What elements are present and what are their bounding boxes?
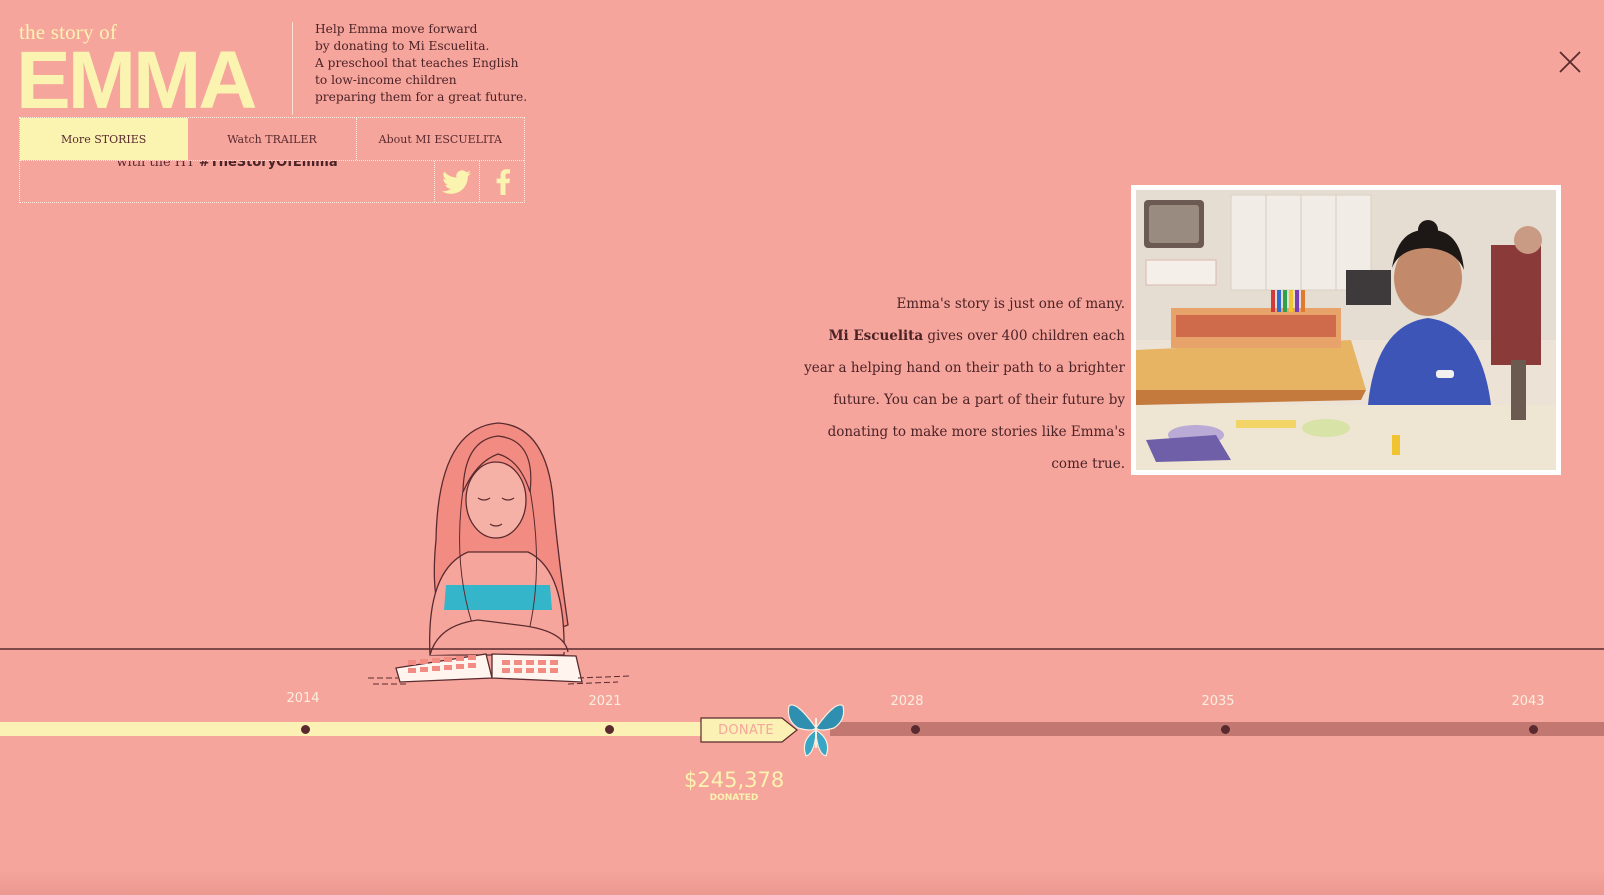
butterfly-icon <box>787 704 845 757</box>
timeline-dot[interactable] <box>301 725 310 734</box>
timeline-year-2035[interactable]: 2035 <box>1201 694 1234 709</box>
timeline-progress-future <box>830 722 1604 736</box>
timeline-year-2021[interactable]: 2021 <box>588 694 621 709</box>
bottom-shade <box>0 870 1604 895</box>
nav-more-stories[interactable]: More STORIES <box>20 118 189 160</box>
story-paragraph: Emma's story is just one of many. Mi Esc… <box>800 288 1125 480</box>
story-line-2: gives over 400 children each year a help… <box>804 328 1125 472</box>
intro-text: Help Emma move forward by donating to Mi… <box>315 22 528 104</box>
share-hashtag-line: with the HT #TheStoryOfEmma <box>20 161 435 202</box>
nav-watch-trailer[interactable]: Watch TRAILER <box>188 118 357 160</box>
timeline-dot[interactable] <box>605 725 614 734</box>
nav-about-mi-escuelita[interactable]: About MI ESCUELITA <box>357 118 524 160</box>
timeline-year-2014[interactable]: 2014 <box>286 691 319 706</box>
donate-button-label[interactable]: DONATE <box>700 716 792 744</box>
timeline-dot[interactable] <box>1221 725 1230 734</box>
timeline-year-2028[interactable]: 2028 <box>890 694 923 709</box>
story-org-name: Mi Escuelita <box>828 328 924 344</box>
donated-amount: $245,378 <box>684 768 785 792</box>
close-icon[interactable] <box>1558 50 1582 74</box>
share-prefix: with the HT <box>116 161 199 170</box>
nav-tabs: More STORIES Watch TRAILER About MI ESCU… <box>20 118 524 161</box>
header-divider <box>292 22 293 115</box>
donated-label: DONATED <box>709 793 759 803</box>
timeline-dot[interactable] <box>1529 725 1538 734</box>
facebook-button[interactable] <box>480 161 525 202</box>
horizon-line <box>0 648 1604 650</box>
timeline-progress-past <box>0 722 705 736</box>
timeline-year-2043[interactable]: 2043 <box>1511 694 1544 709</box>
twitter-icon <box>441 169 471 194</box>
classroom-photo-image <box>1136 190 1556 470</box>
nav-panel: More STORIES Watch TRAILER About MI ESCU… <box>19 117 525 203</box>
twitter-button[interactable] <box>434 161 480 202</box>
facebook-icon <box>496 168 510 195</box>
story-line-1: Emma's story is just one of many. <box>896 296 1125 312</box>
classroom-photo <box>1131 185 1561 475</box>
share-hashtag[interactable]: #TheStoryOfEmma <box>199 161 338 170</box>
brand-title: EMMA <box>16 35 258 126</box>
timeline-dot[interactable] <box>911 725 920 734</box>
brand-logo: the story of EMMA <box>16 18 289 122</box>
